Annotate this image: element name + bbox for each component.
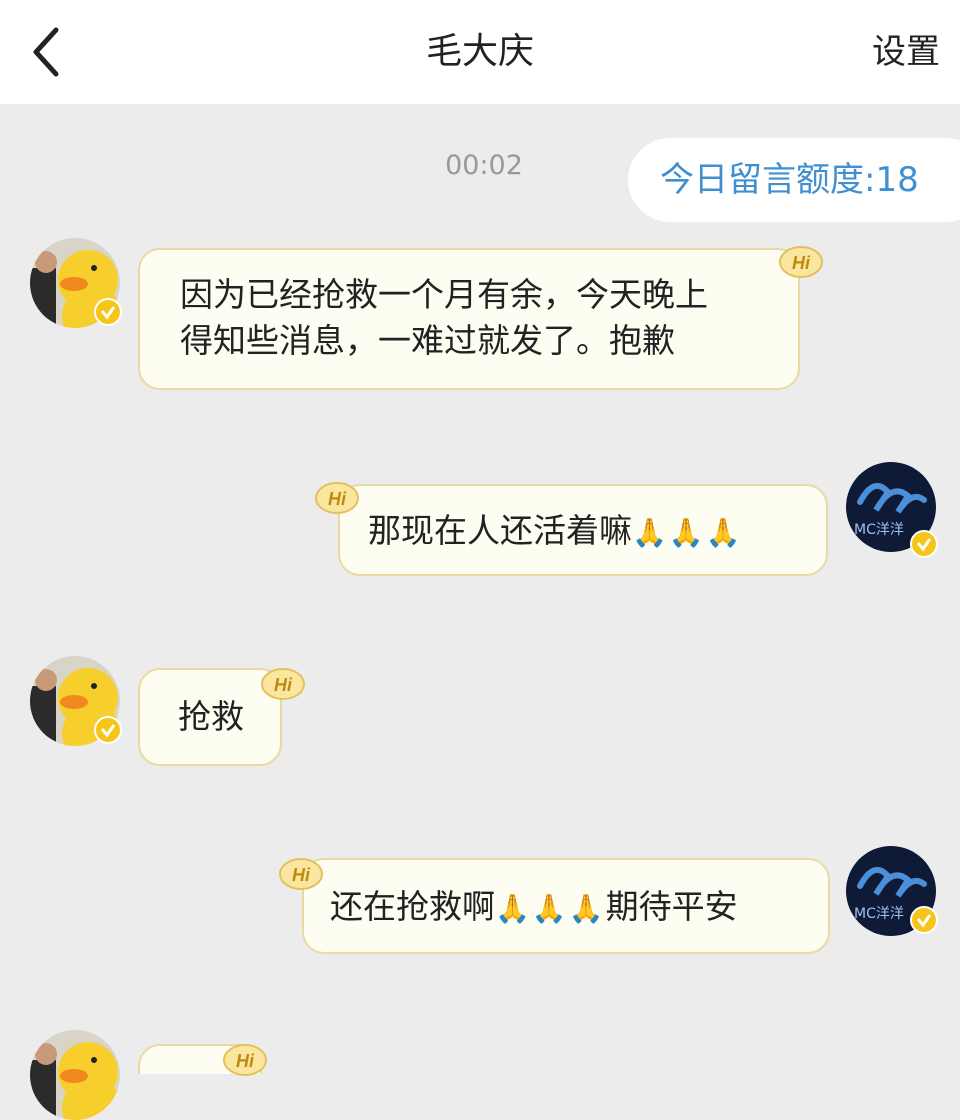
message-bubble[interactable]: 还在抢救啊🙏🙏🙏期待平安 [302, 858, 830, 954]
svg-text:Hi: Hi [792, 253, 811, 273]
chevron-left-icon [33, 27, 59, 77]
settings-button[interactable]: 设置 [872, 0, 940, 104]
svg-text:Hi: Hi [236, 1051, 255, 1071]
hi-badge-icon: Hi [315, 482, 359, 514]
hi-badge-icon: Hi [261, 668, 305, 700]
praying-hands-emoji: 🙏🙏🙏 [495, 892, 606, 925]
hi-badge-icon: Hi [779, 246, 823, 278]
svg-text:MC洋洋: MC洋洋 [854, 906, 904, 922]
svg-text:Hi: Hi [292, 865, 311, 885]
message-text: 得知些消息，一难过就发了。抱歉 [180, 321, 675, 360]
praying-hands-emoji: 🙏🙏🙏 [632, 516, 743, 549]
svg-text:MC洋洋: MC洋洋 [854, 522, 904, 538]
svg-text:Hi: Hi [274, 675, 293, 695]
message-text: 因为已经抢救一个月有余，今天晚上 [180, 275, 708, 314]
verified-badge-icon [94, 298, 122, 326]
message-quota-badge: 今日留言额度:18 [628, 138, 960, 222]
chat-title: 毛大庆 [425, 31, 534, 72]
contact-avatar[interactable] [30, 1030, 120, 1120]
message-bubble[interactable]: 那现在人还活着嘛🙏🙏🙏 [338, 484, 828, 576]
message-text: 那现在人还活着嘛 [368, 511, 632, 550]
verified-badge-icon [910, 530, 938, 558]
hi-badge-icon: Hi [223, 1044, 267, 1076]
timestamp: 00:02 [445, 150, 523, 181]
duck-avatar-icon [30, 1030, 120, 1120]
svg-text:Hi: Hi [328, 489, 347, 509]
back-button[interactable] [22, 20, 82, 84]
verified-badge-icon [910, 906, 938, 934]
message-text: 抢救 [178, 697, 244, 736]
top-bar: 毛大庆 设置 [0, 0, 960, 104]
message-text: 期待平安 [605, 887, 738, 926]
message-text: 还在抢救啊 [330, 887, 495, 926]
hi-badge-icon: Hi [279, 858, 323, 890]
verified-badge-icon [94, 716, 122, 744]
message-bubble[interactable]: 因为已经抢救一个月有余，今天晚上 得知些消息，一难过就发了。抱歉 [138, 248, 800, 390]
